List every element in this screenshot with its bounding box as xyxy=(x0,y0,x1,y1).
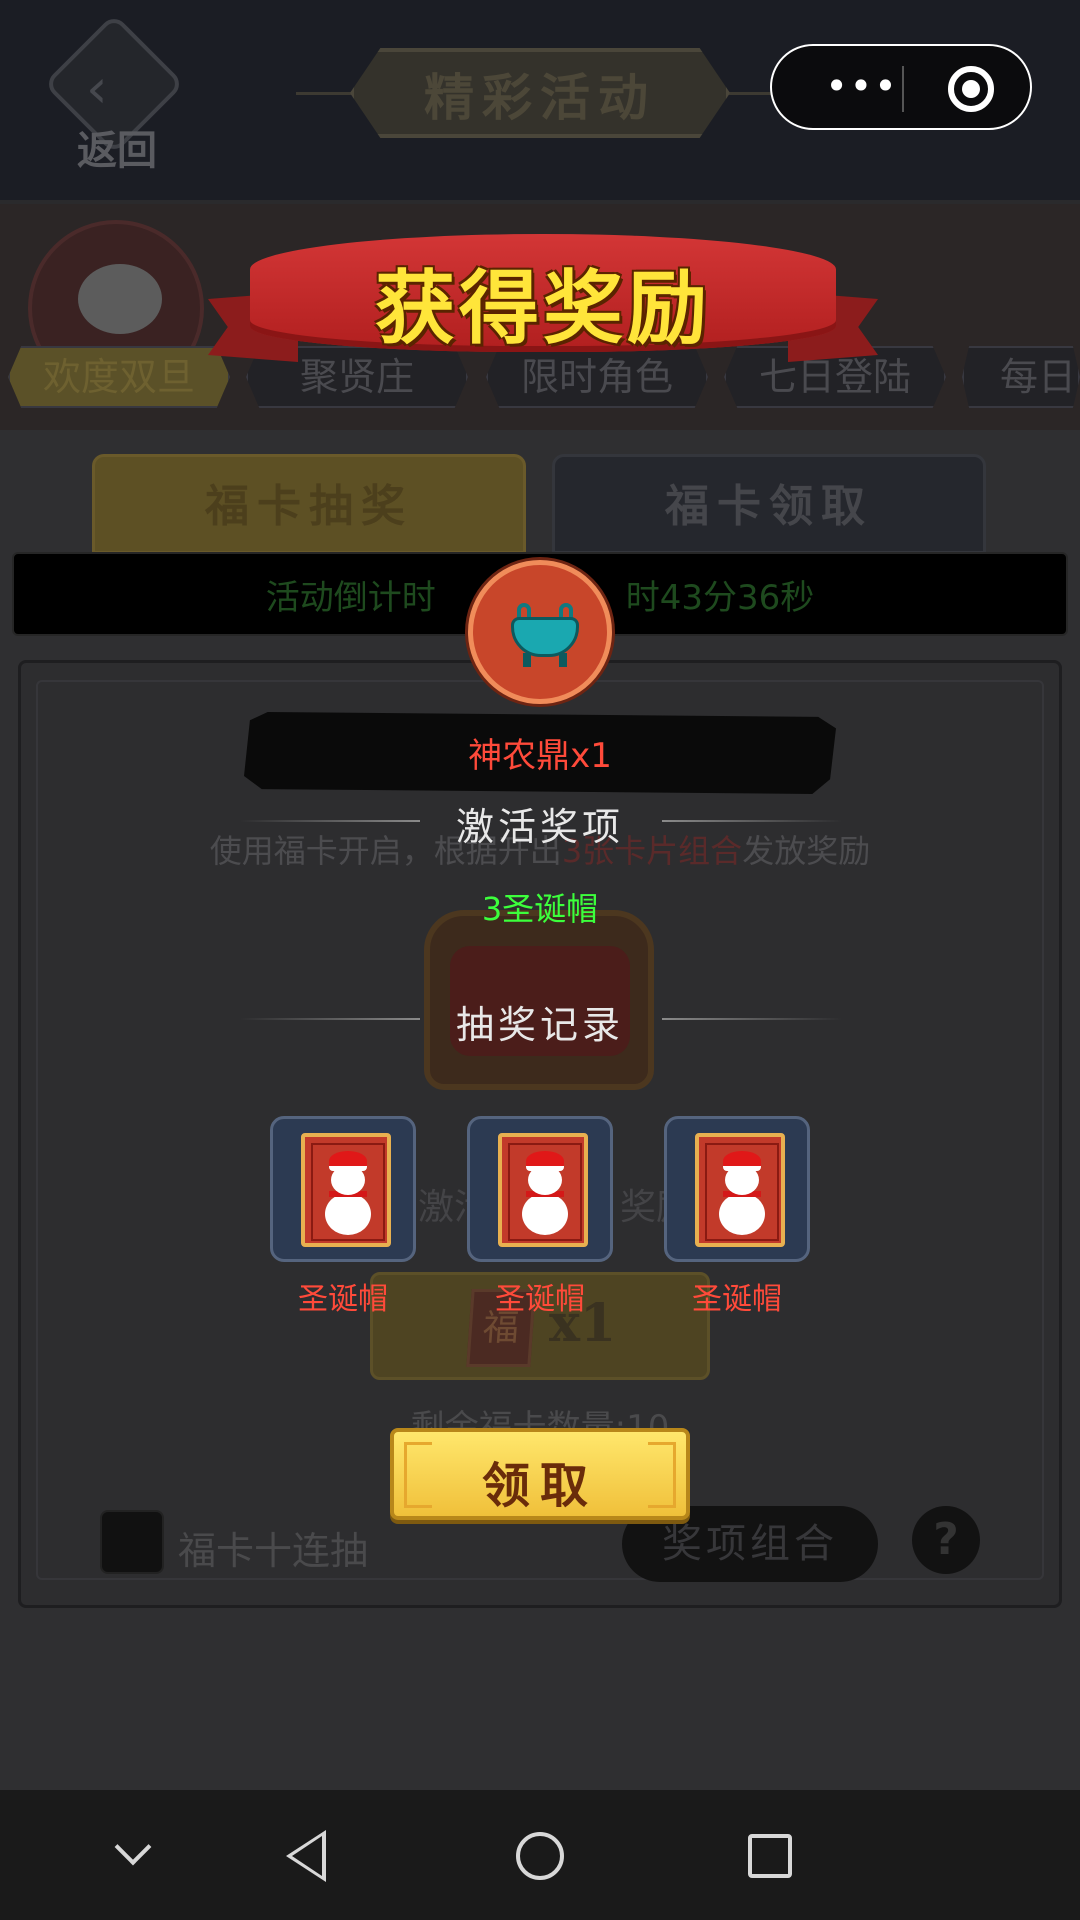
section-title-activate: 激活奖项 xyxy=(455,805,624,849)
record-card xyxy=(664,1116,810,1262)
reward-banner-title: 获得奖励 xyxy=(375,261,711,355)
tab-fuka-claim[interactable]: 福卡领取 xyxy=(552,454,986,554)
countdown-time: 时43分36秒 xyxy=(625,578,815,618)
record-card-label: 圣诞帽 xyxy=(298,1282,388,1317)
title-ornament-left xyxy=(296,92,356,95)
chevron-down-icon[interactable] xyxy=(112,1832,152,1872)
record-card-label: 圣诞帽 xyxy=(692,1282,782,1317)
cauldron-icon xyxy=(503,599,587,669)
more-dots-icon[interactable]: ••• xyxy=(812,46,912,132)
snowman-card-icon xyxy=(498,1133,588,1247)
combo-result: 3圣诞帽 xyxy=(481,890,599,928)
back-arrow-icon: ‹ xyxy=(86,57,108,120)
nav-back-icon[interactable] xyxy=(286,1830,326,1882)
record-card-label: 圣诞帽 xyxy=(495,1282,585,1317)
mini-program-capsule: ••• xyxy=(770,44,1032,130)
screen: ‹ 返回 精彩活动 ••• 欢度双旦 聚贤庄 限时角色 七日登陆 每日 福卡抽奖… xyxy=(0,0,1080,1920)
activity-tab-4[interactable]: 每日 xyxy=(962,346,1080,408)
claim-button-label: 领取 xyxy=(481,1458,598,1514)
record-card xyxy=(270,1116,416,1262)
countdown-label: 活动倒计时 xyxy=(265,578,436,618)
claim-button[interactable]: 领取 xyxy=(390,1428,690,1520)
snowman-card-icon xyxy=(301,1133,391,1247)
prize-name: 神农鼎x1 xyxy=(468,736,612,776)
page-title: 精彩活动 xyxy=(424,68,656,127)
capsule-divider xyxy=(902,66,904,112)
ten-draw-checkbox[interactable] xyxy=(100,1510,164,1574)
target-icon[interactable] xyxy=(948,66,994,112)
reward-banner: 获得奖励 xyxy=(208,220,878,370)
prize-item[interactable] xyxy=(468,560,612,704)
nav-recents-icon[interactable] xyxy=(748,1834,792,1878)
snowman-card-icon xyxy=(695,1133,785,1247)
nav-home-icon[interactable] xyxy=(516,1832,564,1880)
record-card xyxy=(467,1116,613,1262)
back-button[interactable]: ‹ 返回 xyxy=(42,13,192,174)
help-icon[interactable]: ? xyxy=(912,1506,980,1574)
tab-fuka-draw[interactable]: 福卡抽奖 xyxy=(92,454,526,554)
section-title-record: 抽奖记录 xyxy=(455,1003,624,1047)
ten-draw-label: 福卡十连抽 xyxy=(178,1529,369,1573)
back-label: 返回 xyxy=(77,127,157,174)
activity-tab-0[interactable]: 欢度双旦 xyxy=(8,346,230,408)
